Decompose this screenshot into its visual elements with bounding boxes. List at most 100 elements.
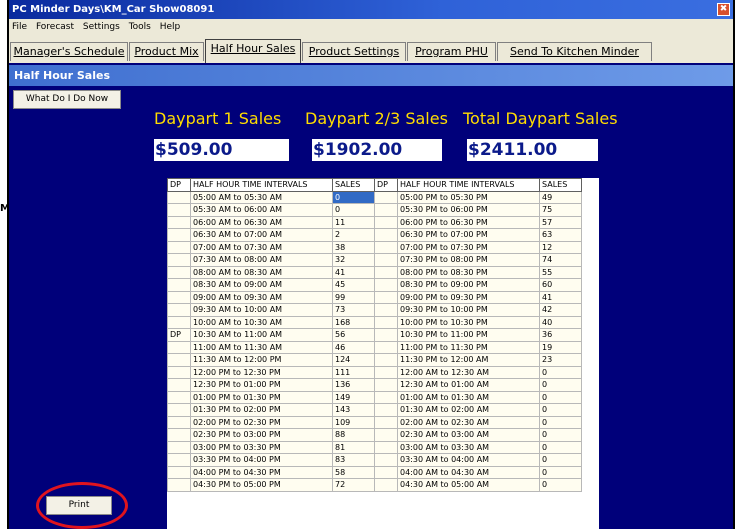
- sales-cell[interactable]: 41: [332, 265, 375, 279]
- menu-tools[interactable]: Tools: [129, 22, 151, 32]
- what-do-i-do-now-button[interactable]: What Do I Do Now: [13, 90, 121, 109]
- sales-cell[interactable]: 88: [332, 428, 375, 442]
- interval-cell: 07:30 AM to 08:00 AM: [190, 253, 333, 267]
- dp-cell: [167, 415, 191, 429]
- sales-cell[interactable]: 0: [539, 428, 582, 442]
- interval-cell: 05:00 PM to 05:30 PM: [397, 190, 540, 204]
- sales-cell[interactable]: 124: [332, 353, 375, 367]
- sales-cell[interactable]: 73: [332, 303, 375, 317]
- dp-cell: [167, 440, 191, 454]
- interval-cell: 10:30 PM to 11:00 PM: [397, 328, 540, 342]
- sales-cell[interactable]: 0: [539, 390, 582, 404]
- tab-managers-schedule[interactable]: Manager's Schedule: [10, 42, 128, 61]
- interval-cell: 03:30 PM to 04:00 PM: [190, 453, 333, 467]
- sales-cell[interactable]: 38: [332, 240, 375, 254]
- sales-cell[interactable]: 75: [539, 203, 582, 217]
- tab-half-hour-sales[interactable]: Half Hour Sales: [205, 39, 301, 63]
- col-header-dp-left: DP: [167, 178, 191, 192]
- interval-cell: 08:30 AM to 09:00 AM: [190, 278, 333, 292]
- sales-cell[interactable]: 136: [332, 378, 375, 392]
- sales-cell[interactable]: 58: [332, 465, 375, 479]
- dp-cell: [167, 390, 191, 404]
- sales-cell[interactable]: 0: [539, 365, 582, 379]
- sales-cell[interactable]: 23: [539, 353, 582, 367]
- sales-cell[interactable]: 49: [539, 190, 582, 204]
- sales-cell[interactable]: 19: [539, 340, 582, 354]
- sales-cell[interactable]: 63: [539, 228, 582, 242]
- menu-bar: File Forecast Settings Tools Help: [9, 19, 733, 36]
- sales-cell[interactable]: 0: [332, 190, 375, 204]
- sales-cell[interactable]: 56: [332, 328, 375, 342]
- dp-cell: [167, 253, 191, 267]
- table-header-row: DP HALF HOUR TIME INTERVALS SALES DP HAL…: [167, 178, 582, 192]
- sales-cell[interactable]: 149: [332, 390, 375, 404]
- tab-product-mix[interactable]: Product Mix: [129, 42, 204, 61]
- sales-cell[interactable]: 40: [539, 315, 582, 329]
- sales-cell[interactable]: 72: [332, 478, 375, 492]
- interval-cell: 05:00 AM to 05:30 AM: [190, 190, 333, 204]
- tab-send-to-kitchen-minder[interactable]: Send To Kitchen Minder: [497, 42, 652, 61]
- menu-settings[interactable]: Settings: [83, 22, 120, 32]
- sales-cell[interactable]: 41: [539, 290, 582, 304]
- sales-cell[interactable]: 60: [539, 278, 582, 292]
- half-hour-sales-grid: DP HALF HOUR TIME INTERVALS SALES DP HAL…: [167, 178, 599, 529]
- dp-cell: [167, 428, 191, 442]
- tab-program-phu[interactable]: Program PHU: [407, 42, 496, 61]
- sales-cell[interactable]: 99: [332, 290, 375, 304]
- dp-cell: [167, 290, 191, 304]
- sales-cell[interactable]: 74: [539, 253, 582, 267]
- sales-cell[interactable]: 12: [539, 240, 582, 254]
- sales-cell[interactable]: 2: [332, 228, 375, 242]
- interval-cell: 10:00 AM to 10:30 AM: [190, 315, 333, 329]
- sales-cell[interactable]: 55: [539, 265, 582, 279]
- sales-cell[interactable]: 143: [332, 403, 375, 417]
- sales-cell[interactable]: 36: [539, 328, 582, 342]
- sales-cell[interactable]: 0: [539, 403, 582, 417]
- interval-cell: 01:00 PM to 01:30 PM: [190, 390, 333, 404]
- dp-cell: [374, 303, 398, 317]
- sales-cell[interactable]: 42: [539, 303, 582, 317]
- dp-cell: [374, 465, 398, 479]
- interval-cell: 10:30 AM to 11:00 AM: [190, 328, 333, 342]
- sales-cell[interactable]: 0: [539, 415, 582, 429]
- sales-cell[interactable]: 81: [332, 440, 375, 454]
- tab-product-settings[interactable]: Product Settings: [302, 42, 406, 61]
- menu-forecast[interactable]: Forecast: [36, 22, 74, 32]
- dp-cell: DP: [167, 328, 191, 342]
- interval-cell: 08:00 AM to 08:30 AM: [190, 265, 333, 279]
- table-row: 02:00 PM to 02:30 PM 109 02:00 AM to 02:30…: [167, 415, 582, 429]
- sales-cell[interactable]: 83: [332, 453, 375, 467]
- interval-cell: 12:00 AM to 12:30 AM: [397, 365, 540, 379]
- sales-cell[interactable]: 111: [332, 365, 375, 379]
- sales-cell[interactable]: 32: [332, 253, 375, 267]
- dp-cell: [167, 228, 191, 242]
- menu-file[interactable]: File: [12, 22, 27, 32]
- close-icon[interactable]: ✖: [717, 3, 730, 16]
- sales-cell[interactable]: 109: [332, 415, 375, 429]
- dp-cell: [374, 265, 398, 279]
- col-header-interval-left: HALF HOUR TIME INTERVALS: [190, 178, 333, 192]
- dp-cell: [167, 215, 191, 229]
- interval-cell: 09:00 AM to 09:30 AM: [190, 290, 333, 304]
- total-daypart-label: Total Daypart Sales: [463, 109, 618, 128]
- sales-cell[interactable]: 168: [332, 315, 375, 329]
- interval-cell: 03:00 AM to 03:30 AM: [397, 440, 540, 454]
- sales-cell[interactable]: 0: [539, 478, 582, 492]
- menu-help[interactable]: Help: [160, 22, 181, 32]
- sales-cell[interactable]: 45: [332, 278, 375, 292]
- sales-cell[interactable]: 0: [539, 465, 582, 479]
- sales-cell[interactable]: 0: [539, 440, 582, 454]
- interval-cell: 12:30 AM to 01:00 AM: [397, 378, 540, 392]
- sales-cell[interactable]: 0: [332, 203, 375, 217]
- sales-cell[interactable]: 0: [539, 378, 582, 392]
- sales-cell[interactable]: 46: [332, 340, 375, 354]
- dp-cell: [374, 203, 398, 217]
- dp-cell: [374, 340, 398, 354]
- sales-cell[interactable]: 57: [539, 215, 582, 229]
- sales-cell[interactable]: 11: [332, 215, 375, 229]
- table-row: 09:00 AM to 09:30 AM 99 09:00 PM to 09:30 …: [167, 290, 582, 304]
- col-header-sales-right: SALES: [539, 178, 582, 192]
- sales-cell[interactable]: 0: [539, 453, 582, 467]
- interval-cell: 04:00 PM to 04:30 PM: [190, 465, 333, 479]
- dp-cell: [167, 265, 191, 279]
